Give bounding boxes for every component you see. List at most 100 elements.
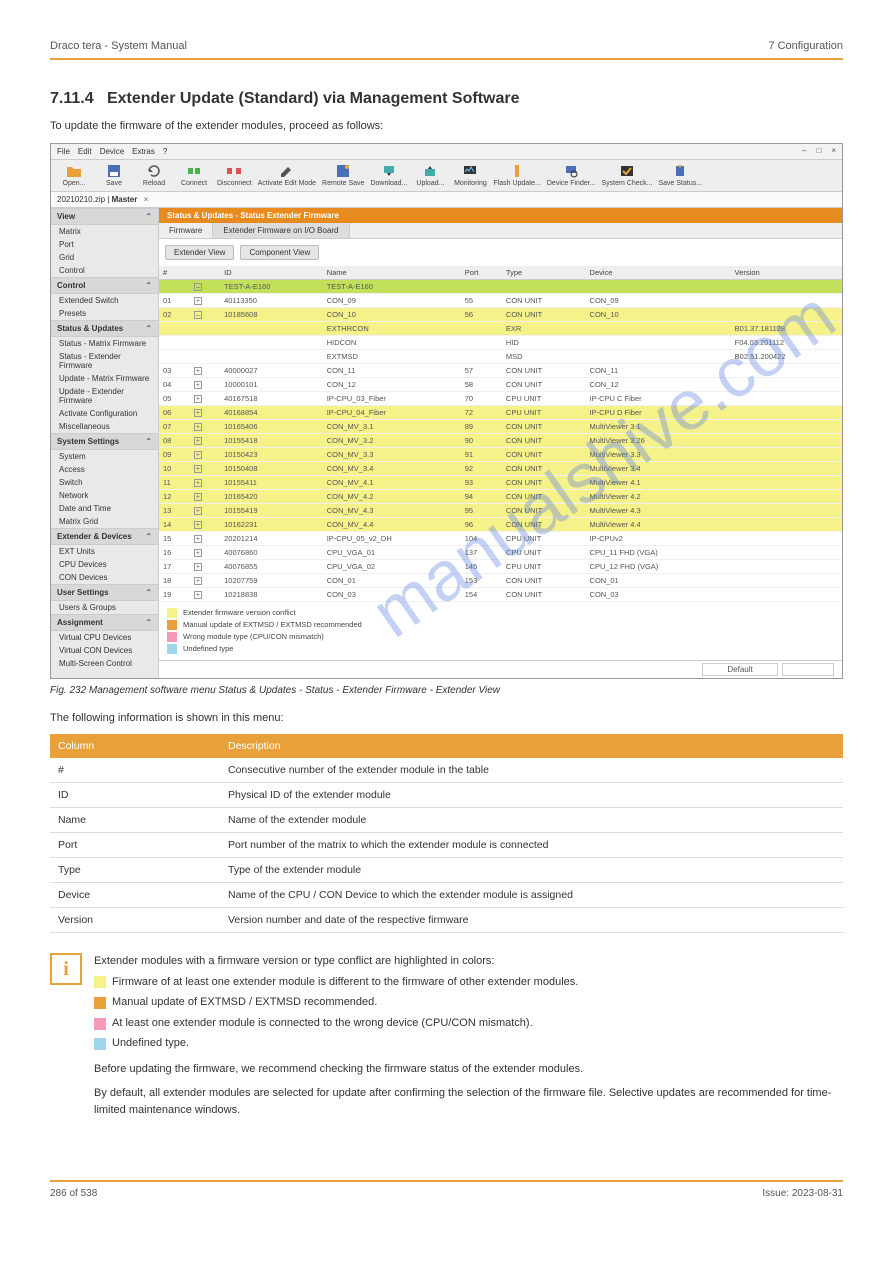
sidebar-section-control[interactable]: Control⌃ (51, 277, 158, 294)
sidebar-item[interactable]: CPU Devices (51, 558, 158, 571)
sidebar-section-assignment[interactable]: Assignment⌃ (51, 614, 158, 631)
col-header[interactable]: Device (586, 266, 731, 280)
menu-file[interactable]: File (57, 147, 70, 156)
sidebar-item[interactable]: Matrix Grid (51, 515, 158, 528)
table-row[interactable]: 10+10150408CON_MV_3.492CON UNITMultiView… (159, 461, 842, 475)
expand-icon[interactable]: + (194, 535, 202, 543)
expand-icon[interactable]: + (194, 577, 202, 585)
table-row[interactable]: 19+10218838CON_03154CON UNITCON_03 (159, 587, 842, 601)
expand-icon[interactable]: + (194, 409, 202, 417)
sidebar-item[interactable]: Multi-Screen Control (51, 657, 158, 670)
toolbar-remote-save[interactable]: Remote Save (322, 164, 364, 187)
minimize-icon[interactable]: – (802, 146, 806, 155)
close-tab-icon[interactable]: × (144, 195, 149, 204)
expand-icon[interactable]: + (194, 521, 202, 529)
toolbar-reload[interactable]: Reload (137, 164, 171, 187)
menu-device[interactable]: Device (100, 147, 124, 156)
menu-edit[interactable]: Edit (78, 147, 92, 156)
sidebar-section-system-settings[interactable]: System Settings⌃ (51, 433, 158, 450)
sidebar-item[interactable]: Users & Groups (51, 601, 158, 614)
toolbar-connect[interactable]: Connect (177, 164, 211, 187)
expand-icon[interactable]: – (194, 311, 202, 319)
table-row[interactable]: 14+10162231CON_MV_4.496CON UNITMultiView… (159, 517, 842, 531)
table-row[interactable]: 06+40168854IP-CPU_04_Fiber72CPU UNITIP-C… (159, 405, 842, 419)
expand-icon[interactable]: + (194, 381, 202, 389)
expand-icon[interactable]: + (194, 549, 202, 557)
sidebar-item[interactable]: Extended Switch (51, 294, 158, 307)
table-row[interactable]: HIDCONHIDF04.03.201112 (159, 335, 842, 349)
menu-extras[interactable]: Extras (132, 147, 155, 156)
table-row[interactable]: 13+10155419CON_MV_4.395CON UNITMultiView… (159, 503, 842, 517)
col-header[interactable]: # (159, 266, 190, 280)
sidebar-item[interactable]: EXT Units (51, 545, 158, 558)
col-header[interactable]: ID (220, 266, 323, 280)
table-row[interactable]: 16+40076860CPU_VGA_01137CPU UNITCPU_11 F… (159, 545, 842, 559)
toolbar-save-status-[interactable]: Save Status... (658, 164, 702, 187)
expand-icon[interactable]: + (194, 437, 202, 445)
table-row[interactable]: –TEST-A-E160TEST-A-E160 (159, 279, 842, 293)
tab-extender-fw-io[interactable]: Extender Firmware on I/O Board (213, 223, 349, 238)
table-row[interactable]: EXTHRCONEXRB01.37.181128 (159, 321, 842, 335)
expand-icon[interactable]: + (194, 563, 202, 571)
expand-icon[interactable]: + (194, 451, 202, 459)
sidebar-item[interactable]: Update - Extender Firmware (51, 385, 158, 407)
content-tabs[interactable]: Firmware Extender Firmware on I/O Board (159, 223, 842, 239)
toolbar-download-[interactable]: Download... (370, 164, 407, 187)
sidebar-item[interactable]: Port (51, 238, 158, 251)
sidebar-item[interactable]: Network (51, 489, 158, 502)
expand-icon[interactable]: + (194, 423, 202, 431)
toolbar-upload-[interactable]: Upload... (413, 164, 447, 187)
toolbar-activate-edit-mode[interactable]: Activate Edit Mode (258, 164, 316, 187)
sidebar-item[interactable]: CON Devices (51, 571, 158, 584)
sidebar-item[interactable]: Grid (51, 251, 158, 264)
toolbar-monitoring[interactable]: Monitoring (453, 164, 487, 187)
sidebar-item[interactable]: Status - Matrix Firmware (51, 337, 158, 350)
maximize-icon[interactable]: □ (816, 146, 821, 155)
sidebar-item[interactable]: System (51, 450, 158, 463)
table-row[interactable]: 09+10150423CON_MV_3.391CON UNITMultiView… (159, 447, 842, 461)
toolbar-disconnect[interactable]: Disconnect (217, 164, 252, 187)
expand-icon[interactable]: + (194, 297, 202, 305)
table-row[interactable]: 07+10165406CON_MV_3.189CON UNITMultiView… (159, 419, 842, 433)
tab-firmware[interactable]: Firmware (159, 223, 213, 238)
expand-icon[interactable]: + (194, 465, 202, 473)
expand-icon[interactable]: – (194, 283, 202, 291)
file-tab[interactable]: 20210210.zip | Master × (51, 192, 842, 208)
col-header[interactable]: Version (731, 266, 842, 280)
table-row[interactable]: 04+10000101CON_1258CON UNITCON_12 (159, 377, 842, 391)
sidebar-item[interactable]: Access (51, 463, 158, 476)
expand-icon[interactable]: + (194, 493, 202, 501)
table-row[interactable]: 01+40113350CON_0955CON UNITCON_09 (159, 293, 842, 307)
expand-icon[interactable]: + (194, 395, 202, 403)
extender-view-button[interactable]: Extender View (165, 245, 234, 260)
table-row[interactable]: 12+10165420CON_MV_4.294CON UNITMultiView… (159, 489, 842, 503)
firmware-table[interactable]: # IDNamePortTypeDeviceVersion–TEST-A-E160… (159, 266, 842, 602)
expand-icon[interactable]: + (194, 591, 202, 599)
menu-?[interactable]: ? (163, 147, 167, 156)
menubar[interactable]: File Edit Device Extras? (51, 144, 842, 159)
col-header[interactable]: Port (461, 266, 502, 280)
sidebar-item[interactable]: Control (51, 264, 158, 277)
sidebar-section-view[interactable]: View⌃ (51, 208, 158, 225)
toolbar-system-check-[interactable]: System Check... (602, 164, 653, 187)
table-row[interactable]: 08+10155418CON_MV_3.290CON UNITMultiView… (159, 433, 842, 447)
sidebar-section-user-settings[interactable]: User Settings⌃ (51, 584, 158, 601)
table-row[interactable]: 15+20201214IP-CPU_05_v2_DH104CPU UNITIP-… (159, 531, 842, 545)
table-row[interactable]: 05+40167518IP-CPU_03_Fiber70CPU UNITIP-C… (159, 391, 842, 405)
table-row[interactable]: 03+40000027CON_1157CON UNITCON_11 (159, 363, 842, 377)
expand-icon[interactable]: + (194, 367, 202, 375)
col-header[interactable]: Type (502, 266, 586, 280)
col-header[interactable]: Name (323, 266, 461, 280)
sidebar-item[interactable]: Status - Extender Firmware (51, 350, 158, 372)
sidebar-item[interactable]: Activate Configuration (51, 407, 158, 420)
table-row[interactable]: 17+40076855CPU_VGA_02145CPU UNITCPU_12 F… (159, 559, 842, 573)
window-controls[interactable]: – □ × (802, 146, 836, 155)
sidebar-section-status-updates[interactable]: Status & Updates⌃ (51, 320, 158, 337)
sidebar-section-extender-devices[interactable]: Extender & Devices⌃ (51, 528, 158, 545)
sidebar-item[interactable]: Matrix (51, 225, 158, 238)
toolbar-flash-update-[interactable]: Flash Update... (493, 164, 540, 187)
sidebar-item[interactable]: Virtual CON Devices (51, 644, 158, 657)
table-row[interactable]: EXTMSDMSDB02.51.200422 (159, 349, 842, 363)
toolbar-device-finder-[interactable]: Device Finder... (547, 164, 596, 187)
toolbar[interactable]: Open...SaveReloadConnectDisconnectActiva… (51, 159, 842, 192)
